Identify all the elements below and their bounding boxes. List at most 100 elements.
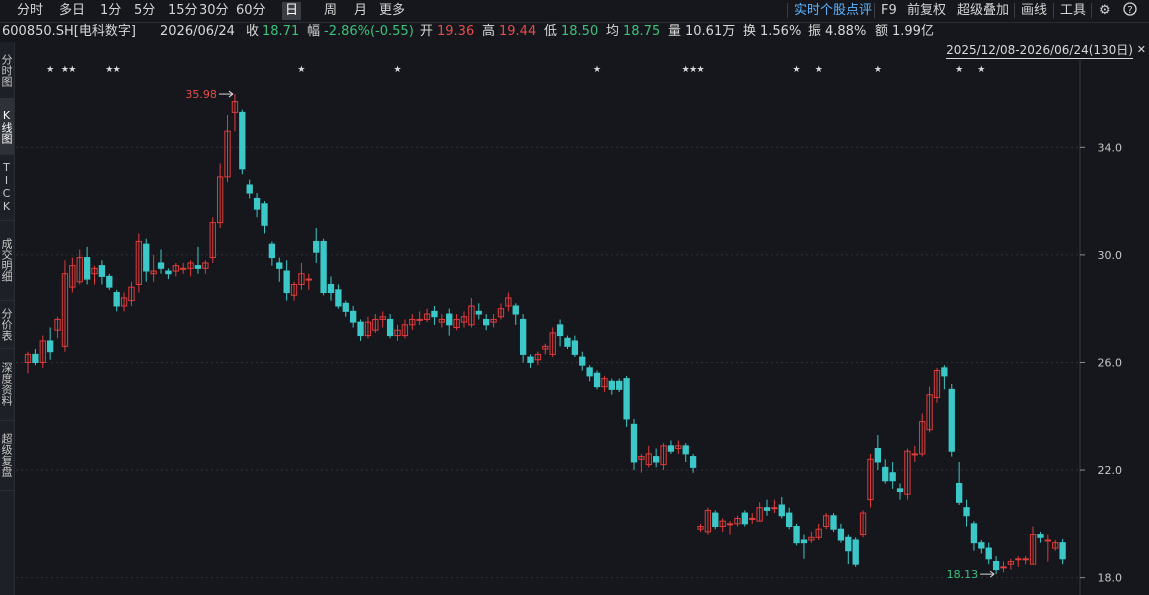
event-star-marker[interactable]: ★ (955, 65, 963, 75)
gear-icon[interactable]: ⚙ (1096, 2, 1114, 20)
candle-down[interactable] (386, 318, 394, 337)
event-star-marker[interactable]: ★ (977, 65, 985, 75)
candle-up[interactable] (1000, 566, 1007, 569)
candle-down[interactable] (276, 262, 283, 269)
event-star-marker[interactable]: ★ (593, 65, 601, 75)
period-tab-5[interactable]: 30分 (196, 2, 232, 20)
period-tab-1[interactable]: 多日 (56, 2, 88, 20)
period-tab-0[interactable]: 分时 (14, 2, 46, 20)
candle-down[interactable] (623, 378, 630, 420)
candle-down[interactable] (800, 539, 808, 544)
candle-down[interactable] (342, 302, 349, 312)
candle-down[interactable] (350, 310, 357, 323)
event-star-marker[interactable]: ★ (874, 65, 882, 75)
candle-up[interactable] (180, 267, 187, 270)
period-tab-6[interactable]: 60分 (233, 2, 269, 20)
candle-down[interactable] (512, 305, 519, 315)
candle-down[interactable] (571, 340, 579, 355)
candle-down[interactable] (564, 337, 571, 347)
candle-down[interactable] (579, 356, 586, 366)
candle-up[interactable] (1044, 539, 1051, 542)
candle-down[interactable] (143, 243, 150, 272)
event-star-marker[interactable]: ★ (696, 65, 704, 75)
candle-down[interactable] (1037, 534, 1044, 538)
toolbar-right-item-3[interactable]: 超级叠加 (954, 2, 1012, 20)
candle-down[interactable] (978, 542, 985, 549)
period-tab-8[interactable]: 周 (321, 2, 340, 20)
candle-down[interactable] (335, 289, 342, 307)
candle-down[interactable] (689, 456, 697, 468)
candle-down[interactable] (992, 560, 1000, 571)
period-tab-10[interactable]: 更多 (376, 2, 408, 20)
candle-down[interactable] (47, 340, 54, 353)
candle-down[interactable] (327, 283, 335, 294)
candle-down[interactable] (483, 318, 490, 326)
candle-down[interactable] (778, 504, 785, 517)
toolbar-right-item-2[interactable]: 前复权 (904, 2, 949, 20)
candle-up[interactable] (305, 278, 312, 281)
candle-down[interactable] (837, 528, 845, 541)
candle-down[interactable] (194, 265, 202, 269)
candle-down[interactable] (261, 203, 268, 226)
toolbar-right-item-4[interactable]: 画线 (1018, 2, 1050, 20)
candle-down[interactable] (586, 367, 593, 377)
candle-down[interactable] (941, 367, 948, 377)
candle-down[interactable] (712, 512, 719, 528)
candle-down[interactable] (948, 388, 955, 452)
toolbar-right-item-5[interactable]: 工具 (1057, 2, 1089, 20)
candle-down[interactable] (320, 240, 327, 294)
event-star-marker[interactable]: ★ (815, 65, 823, 75)
candle-up[interactable] (416, 318, 423, 321)
candle-down[interactable] (157, 262, 165, 269)
candle-up[interactable] (1022, 558, 1029, 561)
candle-down[interactable] (246, 184, 253, 194)
candle-down[interactable] (113, 292, 120, 307)
candle-down[interactable] (313, 240, 320, 253)
candle-down[interactable] (845, 536, 852, 552)
event-star-marker[interactable]: ★ (46, 65, 54, 75)
toolbar-right-item-1[interactable]: F9 (878, 2, 900, 20)
kline-chart[interactable]: 34.030.026.022.018.0★ ★ ★ ★ ★ ★ ★ ★ ★ ★ ★ ★ ★ ★ ★ ★35.9… (0, 60, 1149, 595)
candle-down[interactable] (963, 507, 970, 517)
candle-down[interactable] (852, 539, 859, 565)
candle-down[interactable] (741, 512, 748, 525)
candle-down[interactable] (652, 456, 660, 463)
candle-down[interactable] (357, 321, 364, 337)
candle-down[interactable] (608, 380, 615, 390)
event-star-marker[interactable]: ★ (68, 65, 76, 75)
period-tab-9[interactable]: 月 (351, 2, 370, 20)
candle-down[interactable] (889, 472, 896, 482)
candle-down[interactable] (616, 380, 623, 390)
candle-up[interactable] (726, 523, 734, 526)
candle-up[interactable] (771, 507, 778, 510)
period-tab-2[interactable]: 1分 (97, 2, 124, 20)
candle-down[interactable] (955, 482, 963, 503)
candle-down[interactable] (165, 270, 172, 275)
candle-up[interactable] (749, 517, 756, 520)
candle-down[interactable] (527, 356, 534, 363)
period-tab-7[interactable]: 日 (282, 2, 302, 20)
candle-down[interactable] (882, 466, 889, 482)
candle-down[interactable] (682, 445, 689, 455)
candle-down[interactable] (786, 512, 793, 528)
candle-down[interactable] (431, 310, 438, 318)
candle-down[interactable] (830, 515, 837, 530)
candle-up[interactable] (1015, 558, 1022, 561)
candle-down[interactable] (763, 507, 771, 511)
candle-down[interactable] (98, 265, 106, 277)
event-star-marker[interactable]: ★ (393, 65, 401, 75)
candle-down[interactable] (556, 324, 564, 337)
event-star-marker[interactable]: ★ (297, 65, 305, 75)
candle-up[interactable] (911, 453, 918, 456)
candle-down[interactable] (475, 310, 482, 315)
candle-down[interactable] (83, 257, 91, 280)
toolbar-right-item-0[interactable]: 实时个股点评 (791, 2, 875, 20)
event-star-marker[interactable]: ★ (113, 65, 121, 75)
candle-down[interactable] (593, 372, 601, 388)
candle-down[interactable] (519, 318, 527, 355)
range-close-icon[interactable]: ✕ (1137, 43, 1146, 56)
candle-down[interactable] (1059, 542, 1066, 560)
candle-down[interactable] (32, 353, 39, 363)
candle-down[interactable] (630, 423, 638, 463)
candle-down[interactable] (253, 197, 261, 210)
